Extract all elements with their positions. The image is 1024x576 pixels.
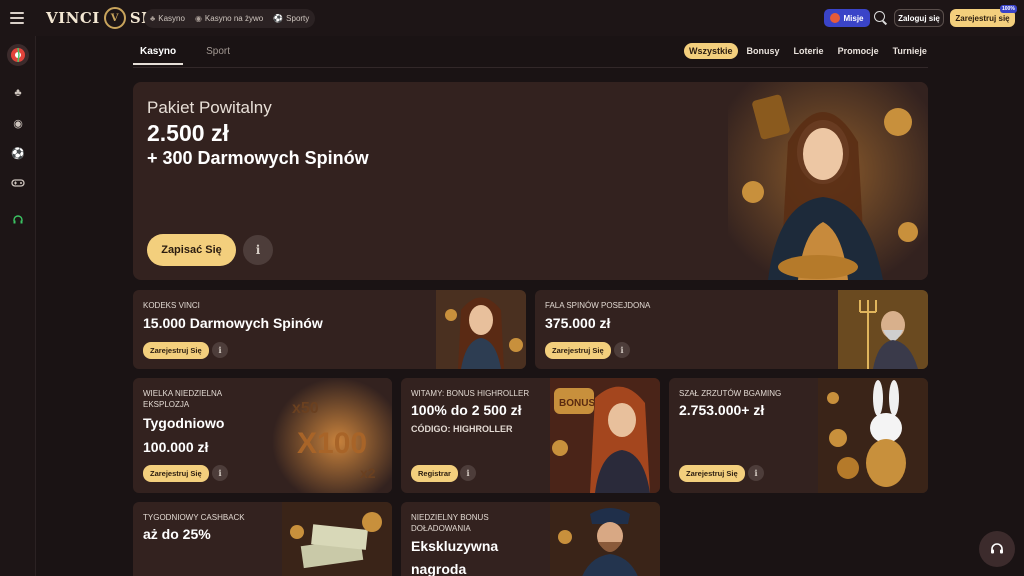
info-button[interactable]: i bbox=[243, 235, 273, 265]
info-button[interactable]: i bbox=[212, 342, 228, 358]
tab-kasyno[interactable]: Kasyno bbox=[133, 40, 184, 65]
nav-item-label: Kasyno bbox=[158, 14, 185, 23]
cherries-icon: ♣ bbox=[150, 14, 156, 23]
multiplier-x2: x2 bbox=[360, 465, 376, 481]
card-title-amount: 100.000 zł bbox=[143, 439, 209, 455]
multiplier-illustration: x50 X100 x2 bbox=[272, 378, 392, 493]
card-register-button[interactable]: Registrar bbox=[411, 465, 458, 482]
hero-illustration bbox=[728, 82, 928, 280]
card-kicker: WITAMY: BONUS HIGHROLLER bbox=[411, 389, 530, 398]
target-icon bbox=[830, 13, 841, 23]
multiplier-x100: X100 bbox=[297, 427, 367, 460]
nav-item-label: Kasyno na żywo bbox=[204, 14, 264, 23]
promo-card-reload[interactable]: NIEDZIELNY BONUS DOŁADOWANIA Ekskluzywna… bbox=[401, 502, 660, 576]
gamepad-icon[interactable] bbox=[9, 174, 27, 192]
card-kicker: WIELKA NIEDZIELNA EKSPLOZJA bbox=[143, 389, 222, 409]
brand-mark: V bbox=[103, 7, 126, 29]
info-button[interactable]: i bbox=[460, 465, 476, 481]
promo-card-highroller[interactable]: WITAMY: BONUS HIGHROLLER 100% do 2 500 z… bbox=[401, 378, 660, 493]
bonus-sign-text: BONUS bbox=[559, 398, 595, 409]
card-signup-button[interactable]: Zarejestruj Się bbox=[143, 342, 209, 359]
soccer-icon: ⚽ bbox=[273, 14, 284, 23]
search-icon[interactable] bbox=[874, 11, 888, 25]
menu-icon[interactable] bbox=[10, 12, 24, 24]
cherries-icon[interactable]: ♣ bbox=[9, 84, 27, 102]
headset-icon bbox=[991, 543, 1003, 554]
brand-name-left: VINCI bbox=[46, 9, 100, 27]
card-signup-button[interactable]: Zarejestruj Się bbox=[679, 465, 745, 482]
live-icon[interactable]: ◉ bbox=[9, 114, 27, 132]
top-bar: VINCI V SPIN ♣ Kasyno ◉ Kasyno na żywo ⚽… bbox=[0, 0, 1024, 36]
filter-promotions[interactable]: Promocje bbox=[833, 43, 884, 59]
promo-card-eksplozja[interactable]: WIELKA NIEDZIELNA EKSPLOZJA Tygodniowo 1… bbox=[133, 378, 392, 493]
card-kicker: SZAŁ ZRZUTÓW BGAMING bbox=[679, 389, 782, 398]
promo-code: CÓDIGO: HIGHROLLER bbox=[411, 424, 513, 434]
filter-tabs: Wszystkie Bonusy Loterie Promocje Turnie… bbox=[684, 43, 932, 59]
card-title: aż do 25% bbox=[143, 526, 211, 542]
promo-card-kodeks-vinci[interactable]: KODEKS VINCI 15.000 Darmowych Spinów Zar… bbox=[133, 290, 526, 369]
card-title: Ekskluzywna bbox=[411, 538, 499, 554]
headset-icon[interactable] bbox=[9, 211, 27, 229]
soccer-icon[interactable]: ⚽ bbox=[9, 144, 27, 162]
info-button[interactable]: i bbox=[748, 465, 764, 481]
hero-subtitle: Pakiet Powitalny bbox=[147, 98, 272, 117]
nav-item-live-casino[interactable]: ◉ Kasyno na żywo bbox=[195, 14, 263, 23]
card-kicker: NIEDZIELNY BONUS DOŁADOWANIA bbox=[411, 513, 489, 533]
filter-tournaments[interactable]: Turnieje bbox=[888, 43, 932, 59]
hero-spins: + 300 Darmowych Spinów bbox=[147, 148, 369, 168]
filter-bonuses[interactable]: Bonusy bbox=[742, 43, 785, 59]
card-title: 2.753.000+ zł bbox=[679, 402, 765, 418]
section-tabs: Kasyno Sport bbox=[133, 40, 237, 65]
sidebar: ♣ ◉ ⚽ bbox=[0, 36, 36, 576]
divider bbox=[133, 67, 928, 68]
card-illustration bbox=[436, 290, 526, 369]
promo-card-posejdon[interactable]: FALA SPINÓW POSEJDONA 375.000 zł Zarejes… bbox=[535, 290, 928, 369]
tab-sport[interactable]: Sport bbox=[199, 40, 237, 65]
nav-item-kasyno[interactable]: ♣ Kasyno bbox=[150, 14, 185, 23]
wheel-icon[interactable] bbox=[7, 44, 29, 66]
support-chat-button[interactable] bbox=[979, 531, 1015, 567]
register-badge: 100% bbox=[1000, 5, 1017, 13]
hero-amount: 2.500 zł bbox=[147, 120, 229, 146]
cash-illustration bbox=[282, 502, 392, 576]
live-icon: ◉ bbox=[194, 14, 202, 23]
hero-signup-button[interactable]: Zapisać Się bbox=[147, 234, 236, 266]
card-signup-button[interactable]: Zarejestruj Się bbox=[143, 465, 209, 482]
card-kicker: TYGODNIOWY CASHBACK bbox=[143, 513, 245, 522]
card-title: Tygodniowo bbox=[143, 415, 225, 431]
filter-lotteries[interactable]: Loterie bbox=[789, 43, 829, 59]
multiplier-x50: x50 bbox=[292, 400, 319, 417]
card-kicker: FALA SPINÓW POSEJDONA bbox=[545, 301, 651, 310]
nav-item-label: Sporty bbox=[286, 14, 310, 23]
card-kicker: KODEKS VINCI bbox=[143, 301, 200, 310]
login-button[interactable]: Zaloguj się bbox=[894, 9, 944, 27]
main-nav: ♣ Kasyno ◉ Kasyno na żywo ⚽ Sporty bbox=[144, 9, 316, 28]
card-title-line2: nagroda bbox=[411, 561, 467, 576]
missions-button[interactable]: Misje bbox=[824, 9, 870, 27]
card-title: 375.000 zł bbox=[545, 315, 611, 331]
welcome-banner[interactable]: Pakiet Powitalny 2.500 zł + 300 Darmowyc… bbox=[133, 82, 928, 280]
nav-item-sports[interactable]: ⚽ Sporty bbox=[273, 14, 309, 23]
card-signup-button[interactable]: Zarejestruj Się bbox=[545, 342, 611, 359]
promo-card-bgaming[interactable]: SZAŁ ZRZUTÓW BGAMING 2.753.000+ zł Zarej… bbox=[669, 378, 928, 493]
info-button[interactable]: i bbox=[614, 342, 630, 358]
filter-all[interactable]: Wszystkie bbox=[684, 43, 738, 59]
missions-label: Misje bbox=[843, 13, 864, 23]
card-illustration: BONUS bbox=[550, 378, 660, 493]
card-title: 100% do 2 500 zł bbox=[411, 402, 522, 418]
bunny-illustration bbox=[818, 378, 928, 493]
card-title: 15.000 Darmowych Spinów bbox=[143, 315, 323, 331]
info-button[interactable]: i bbox=[212, 465, 228, 481]
captain-illustration bbox=[550, 502, 660, 576]
promo-card-cashback[interactable]: TYGODNIOWY CASHBACK aż do 25% bbox=[133, 502, 392, 576]
card-illustration bbox=[838, 290, 928, 369]
